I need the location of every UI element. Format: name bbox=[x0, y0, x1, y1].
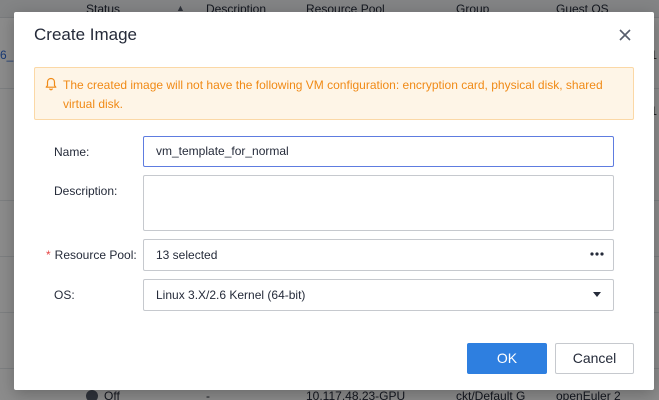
resource-pool-label: * Resource Pool: bbox=[46, 248, 137, 262]
os-label: OS: bbox=[54, 288, 75, 302]
close-icon[interactable] bbox=[616, 26, 634, 44]
alert-message: The created image will not have the foll… bbox=[63, 78, 603, 111]
description-textarea[interactable] bbox=[143, 175, 614, 231]
name-input[interactable]: vm_template_for_normal bbox=[143, 136, 614, 167]
cancel-button[interactable]: Cancel bbox=[555, 343, 634, 374]
caret-down-icon[interactable] bbox=[593, 292, 601, 297]
os-value: Linux 3.X/2.6 Kernel (64-bit) bbox=[156, 288, 306, 302]
more-options-icon[interactable] bbox=[589, 249, 605, 259]
bell-icon bbox=[45, 77, 57, 91]
os-select[interactable]: Linux 3.X/2.6 Kernel (64-bit) bbox=[143, 279, 614, 311]
create-image-dialog: Create Image The created image will not … bbox=[14, 12, 654, 390]
ok-button[interactable]: OK bbox=[467, 343, 547, 374]
resource-pool-label-text: Resource Pool: bbox=[54, 248, 137, 262]
dialog-title: Create Image bbox=[34, 25, 137, 44]
warning-alert: The created image will not have the foll… bbox=[34, 67, 634, 120]
resource-pool-selector[interactable]: 13 selected bbox=[143, 239, 614, 271]
description-label: Description: bbox=[54, 184, 118, 198]
resource-pool-value: 13 selected bbox=[156, 248, 218, 262]
name-label: Name: bbox=[54, 145, 90, 159]
required-marker: * bbox=[46, 248, 51, 262]
